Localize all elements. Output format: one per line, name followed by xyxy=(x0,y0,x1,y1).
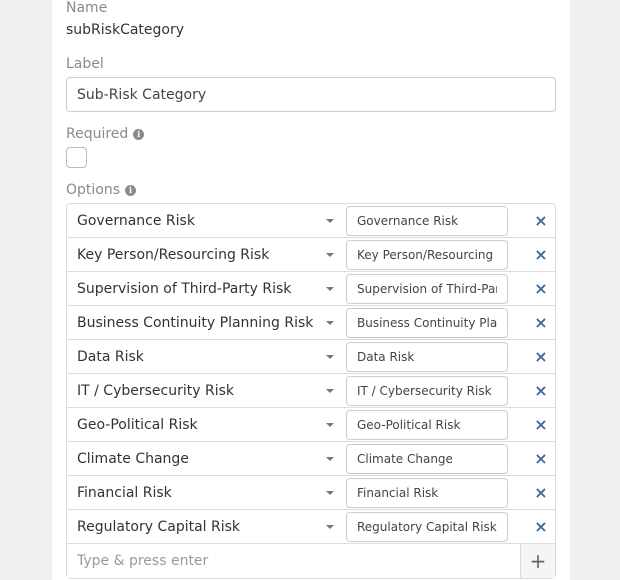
option-label-select[interactable]: Financial Risk xyxy=(77,476,172,510)
option-row: Key Person/Resourcing Risk × xyxy=(67,238,555,272)
required-label: Required i xyxy=(66,126,145,142)
caret-down-icon[interactable] xyxy=(326,253,334,257)
option-row: IT / Cybersecurity Risk × xyxy=(67,374,555,408)
caret-down-icon[interactable] xyxy=(326,491,334,495)
caret-down-icon[interactable] xyxy=(326,219,334,223)
remove-option-icon[interactable]: × xyxy=(531,408,551,442)
required-checkbox[interactable] xyxy=(66,147,87,168)
remove-option-icon[interactable]: × xyxy=(531,204,551,238)
option-label-select[interactable]: Data Risk xyxy=(77,340,144,374)
options-list: Governance Risk×Key Person/Resourcing Ri… xyxy=(66,203,556,579)
option-row: Geo-Political Risk × xyxy=(67,408,555,442)
add-option-row: + xyxy=(67,544,555,578)
remove-option-icon[interactable]: × xyxy=(531,272,551,306)
caret-down-icon[interactable] xyxy=(326,287,334,291)
caret-down-icon[interactable] xyxy=(326,525,334,529)
remove-option-icon[interactable]: × xyxy=(531,306,551,340)
option-row: Business Continuity Planning Risk × xyxy=(67,306,555,340)
caret-down-icon[interactable] xyxy=(326,355,334,359)
option-row: Climate Change × xyxy=(67,442,555,476)
info-icon[interactable]: i xyxy=(125,184,137,196)
name-value: subRiskCategory xyxy=(66,22,185,38)
option-label-select[interactable]: Business Continuity Planning Risk xyxy=(77,306,313,340)
caret-down-icon[interactable] xyxy=(326,389,334,393)
option-value-input[interactable] xyxy=(346,376,508,406)
option-row: Data Risk × xyxy=(67,340,555,374)
option-label-select[interactable]: Regulatory Capital Risk xyxy=(77,510,240,544)
option-value-input[interactable] xyxy=(346,444,508,474)
field-editor-panel: Name subRiskCategory Label Required i Op… xyxy=(52,0,570,580)
options-label: Options i xyxy=(66,182,137,198)
label-label: Label xyxy=(66,56,104,72)
remove-option-icon[interactable]: × xyxy=(531,476,551,510)
label-input[interactable] xyxy=(66,77,556,112)
option-row: Financial Risk × xyxy=(67,476,555,510)
option-value-input[interactable] xyxy=(346,410,508,440)
option-row: Governance Risk × xyxy=(67,204,555,238)
remove-option-icon[interactable]: × xyxy=(531,340,551,374)
info-icon[interactable]: i xyxy=(133,128,145,140)
option-value-input[interactable] xyxy=(346,342,508,372)
plus-icon: + xyxy=(529,549,547,573)
remove-option-icon[interactable]: × xyxy=(531,374,551,408)
option-label-select[interactable]: Supervision of Third-Party Risk xyxy=(77,272,291,306)
remove-option-icon[interactable]: × xyxy=(531,238,551,272)
caret-down-icon[interactable] xyxy=(326,423,334,427)
option-label-select[interactable]: Governance Risk xyxy=(77,204,195,238)
option-value-input[interactable] xyxy=(346,512,508,542)
add-option-button[interactable]: + xyxy=(521,544,555,578)
remove-option-icon[interactable]: × xyxy=(531,510,551,544)
option-label-select[interactable]: IT / Cybersecurity Risk xyxy=(77,374,234,408)
add-option-input[interactable] xyxy=(67,544,521,578)
label-label-text: Label xyxy=(66,56,104,72)
caret-down-icon[interactable] xyxy=(326,457,334,461)
options-label-text: Options xyxy=(66,182,121,198)
caret-down-icon[interactable] xyxy=(326,321,334,325)
option-value-input[interactable] xyxy=(346,274,508,304)
remove-option-icon[interactable]: × xyxy=(531,442,551,476)
option-row: Supervision of Third-Party Risk × xyxy=(67,272,555,306)
name-label-text: Name xyxy=(66,0,108,16)
option-value-input[interactable] xyxy=(346,478,508,508)
option-value-input[interactable] xyxy=(346,308,508,338)
option-value-input[interactable] xyxy=(346,206,508,236)
option-label-select[interactable]: Climate Change xyxy=(77,442,189,476)
option-label-select[interactable]: Key Person/Resourcing Risk xyxy=(77,238,269,272)
required-label-text: Required xyxy=(66,126,129,142)
name-label: Name xyxy=(66,0,107,16)
option-value-input[interactable] xyxy=(346,240,508,270)
option-row: Regulatory Capital Risk × xyxy=(67,510,555,544)
option-label-select[interactable]: Geo-Political Risk xyxy=(77,408,198,442)
